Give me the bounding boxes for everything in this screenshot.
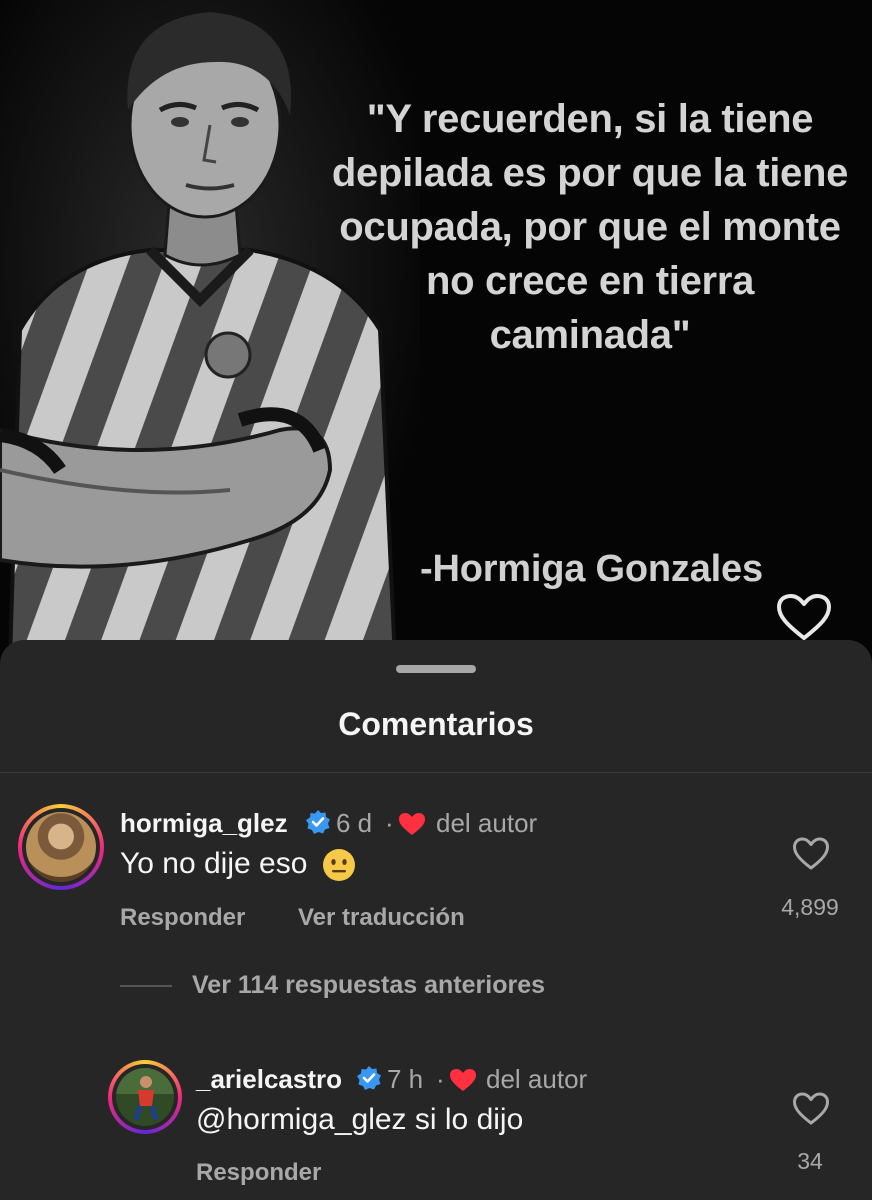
verified-badge-icon <box>357 1066 381 1090</box>
sheet-title: Comentarios <box>338 706 534 742</box>
post-quote-author: -Hormiga Gonzales <box>420 548 763 590</box>
comment-timestamp: 7 h <box>387 1064 424 1094</box>
view-previous-replies-button[interactable]: Ver 114 respuestas anteriores <box>192 971 545 1000</box>
header-divider <box>0 772 872 773</box>
comment-like-heart-icon[interactable] <box>792 1092 830 1126</box>
author-liked-heart-icon <box>399 813 425 835</box>
meta-separator: · <box>385 808 394 838</box>
avatar[interactable] <box>18 804 104 890</box>
verified-badge-icon <box>306 810 330 834</box>
comment-username[interactable]: hormiga_glez <box>120 808 288 839</box>
comment-username[interactable]: _arielcastro <box>196 1064 342 1095</box>
reply-button[interactable]: Responder <box>120 904 245 932</box>
sheet-drag-handle[interactable] <box>396 665 476 673</box>
heart-outline-icon[interactable] <box>776 594 832 642</box>
comment-timestamp: 6 d <box>336 808 373 838</box>
meta-separator: · <box>436 1064 445 1094</box>
replies-divider-line <box>120 985 172 987</box>
see-translation-button[interactable]: Ver traducción <box>298 904 465 932</box>
author-liked-heart-icon <box>450 1069 476 1091</box>
liked-by-author-label: del autor <box>486 1064 588 1094</box>
comment-text: @hormiga_glez si lo dijo <box>196 1103 524 1136</box>
post-quote: "Y recuerden, si la tiene depilada es po… <box>331 97 849 357</box>
comment-like-heart-icon[interactable] <box>792 837 830 871</box>
avatar[interactable] <box>108 1060 182 1134</box>
comment-like-count: 34 <box>797 1148 823 1174</box>
comment-text: Yo no dije eso <box>120 847 356 882</box>
comment-like-count: 4,899 <box>781 894 839 920</box>
liked-by-author-label: del autor <box>436 808 538 838</box>
comments-sheet: Comentarios hormiga_glez 6 d · del autor… <box>0 640 872 1200</box>
reply-button[interactable]: Responder <box>196 1159 321 1187</box>
post-image[interactable]: "Y recuerden, si la tiene depilada es po… <box>0 0 872 660</box>
neutral-face-emoji-icon <box>322 848 356 882</box>
